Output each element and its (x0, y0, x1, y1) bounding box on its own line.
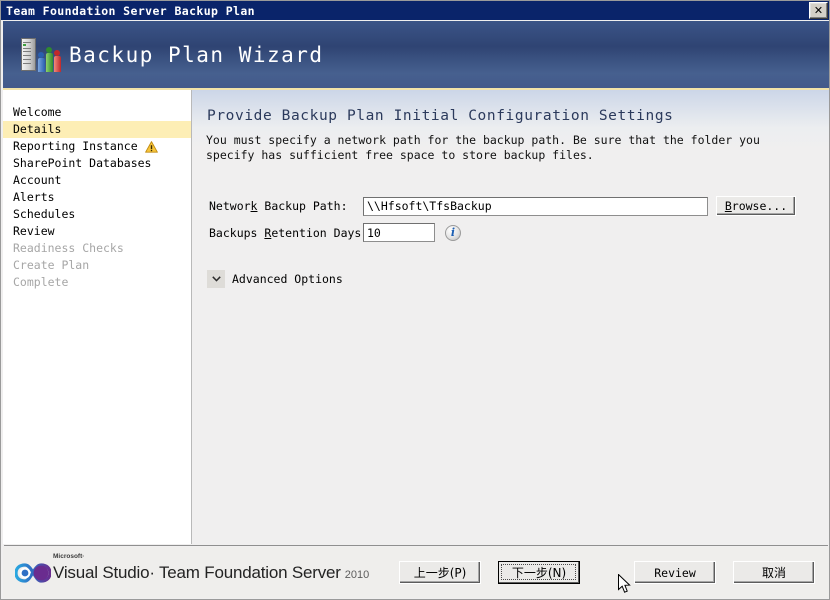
window-title: Team Foundation Server Backup Plan (6, 3, 256, 18)
vs-infinity-icon (14, 562, 52, 584)
label-part: rowse... (731, 199, 788, 213)
server-slot (23, 58, 31, 60)
label-part: Backup Path: (257, 199, 348, 213)
sidebar-item-reporting-instance[interactable]: Reporting Instance (3, 138, 191, 155)
chart-bar-head-green (46, 46, 52, 53)
sidebar-item-alerts[interactable]: Alerts (3, 189, 191, 206)
back-button[interactable]: 上一步(P) (399, 561, 481, 584)
page-description: You must specify a network path for the … (206, 133, 760, 162)
browse-button[interactable]: Browse... (716, 196, 796, 216)
server-slot (23, 62, 31, 64)
sidebar-item-schedules[interactable]: Schedules (3, 206, 191, 223)
chart-bar-green (46, 52, 53, 72)
visual-studio-logo: Microsoft· Visual Studio· Team Foundatio… (14, 553, 370, 584)
chart-bar-blue (38, 57, 45, 72)
warning-icon (144, 140, 158, 153)
title-bar: Team Foundation Server Backup Plan ✕ (1, 1, 829, 20)
sidebar-item-details[interactable]: Details (3, 121, 191, 138)
chart-bar-head-blue (38, 51, 44, 58)
network-backup-path-label: Network Backup Path: (209, 199, 363, 213)
info-icon[interactable]: i (445, 224, 461, 241)
wizard-banner: Backup Plan Wizard (3, 21, 829, 90)
label-part: Backups (209, 225, 265, 240)
chart-bar-red (54, 55, 61, 72)
sidebar-item-label: Create Plan (13, 258, 90, 272)
server-led (23, 43, 26, 46)
sidebar-item-label: Schedules (13, 207, 76, 221)
sidebar-item-sharepoint-databases[interactable]: SharePoint Databases (3, 155, 191, 172)
access-key: B (724, 199, 732, 213)
sidebar-item-label: Review (13, 224, 55, 238)
sidebar-item-label: Readiness Checks (13, 241, 124, 255)
banner-title: Backup Plan Wizard (69, 42, 324, 67)
sidebar-item-label: SharePoint Databases (13, 156, 152, 170)
review-button[interactable]: Review (634, 561, 716, 584)
next-button[interactable]: 下一步(N) (498, 561, 580, 584)
chevron-down-icon[interactable] (207, 270, 225, 288)
server-slot (23, 54, 31, 56)
backup-plan-wizard-window: Team Foundation Server Backup Plan ✕ Bac… (0, 0, 830, 600)
sidebar-item-complete: Complete (3, 274, 191, 291)
footer-button-group: 上一步(P) 下一步(N) Review 取消 (399, 561, 815, 584)
backups-retention-days-input[interactable] (363, 223, 435, 242)
sidebar-item-label: Reporting Instance (13, 139, 138, 153)
sidebar-item-label: Complete (13, 275, 69, 289)
server-slot (23, 41, 31, 43)
next-button-label: 下一步(N) (511, 566, 567, 580)
cancel-button[interactable]: 取消 (733, 561, 815, 584)
sidebar-item-label: Welcome (13, 105, 62, 119)
backups-retention-days-label: Backups Retention Days: (209, 225, 368, 240)
advanced-options-label: Advanced Options (232, 272, 343, 286)
server-slot (23, 50, 31, 52)
wizard-content-pane: Provide Backup Plan Initial Configuratio… (192, 90, 829, 544)
label-part: Networ (209, 199, 251, 213)
sidebar-item-welcome[interactable]: Welcome (3, 104, 191, 121)
network-backup-path-row: Network Backup Path: Browse... (209, 196, 796, 216)
sidebar-item-label: Details (13, 122, 62, 136)
sidebar-item-create-plan: Create Plan (3, 257, 191, 274)
product-name: Visual Studio· Team Foundation Server (53, 562, 341, 582)
sidebar-item-label: Alerts (13, 190, 55, 204)
product-year: 2010 (344, 568, 370, 581)
sidebar-item-readiness-checks: Readiness Checks (3, 240, 191, 257)
sidebar-item-label: Account (13, 173, 62, 187)
wizard-footer: Microsoft· Visual Studio· Team Foundatio… (3, 547, 829, 598)
microsoft-label: Microsoft· (53, 552, 85, 560)
label-part: etention Days: (271, 225, 369, 240)
close-icon[interactable]: ✕ (809, 2, 828, 19)
footer-divider (4, 545, 828, 546)
wizard-body: Welcome Details Reporting Instance Share… (3, 90, 829, 544)
network-backup-path-input[interactable] (363, 196, 708, 216)
sidebar-item-review[interactable]: Review (3, 223, 191, 240)
chart-bar-head-red (54, 49, 60, 56)
vs-wordmark: Microsoft· Visual Studio· Team Foundatio… (53, 553, 370, 583)
server-chart-icon (19, 36, 61, 74)
sidebar-item-account[interactable]: Account (3, 172, 191, 189)
advanced-options-toggle[interactable]: Advanced Options (207, 270, 343, 288)
server-slot (23, 47, 31, 49)
backups-retention-days-row: Backups Retention Days: i (209, 223, 461, 242)
wizard-step-sidebar: Welcome Details Reporting Instance Share… (3, 90, 192, 544)
page-title: Provide Backup Plan Initial Configuratio… (207, 108, 674, 124)
